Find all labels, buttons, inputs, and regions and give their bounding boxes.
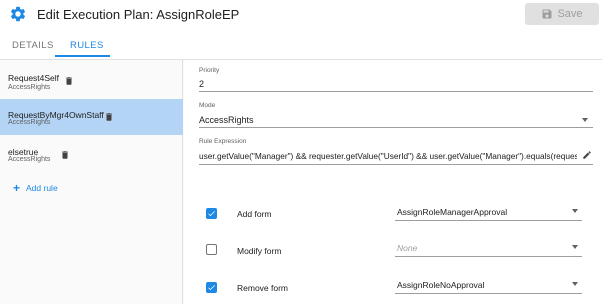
priority-underline — [199, 91, 593, 92]
modify-form-checkbox[interactable] — [206, 244, 217, 255]
tab-details[interactable]: DETAILS — [12, 40, 54, 51]
remove-form-label: Remove form — [237, 283, 289, 293]
chevron-down-icon[interactable] — [572, 282, 578, 286]
add-form-underline — [395, 220, 582, 221]
remove-form-select[interactable]: AssignRoleNoApproval — [397, 280, 484, 290]
page-title: Edit Execution Plan: AssignRoleEP — [37, 7, 240, 22]
app-header: Edit Execution Plan: AssignRoleEP Save — [0, 0, 602, 30]
modify-form-underline — [395, 256, 582, 257]
rules-sidebar: Request4Self AccessRights RequestByMgr4O… — [0, 60, 183, 304]
trash-icon[interactable] — [104, 111, 114, 123]
modify-form-label: Modify form — [237, 246, 282, 256]
pencil-icon[interactable] — [582, 150, 592, 160]
priority-input[interactable]: 2 — [199, 79, 204, 89]
rule-item-elsetrue[interactable]: elsetrue AccessRights — [0, 141, 183, 177]
check-icon — [208, 211, 215, 217]
trash-icon[interactable] — [60, 149, 70, 161]
trash-icon[interactable] — [64, 75, 74, 87]
check-icon — [208, 285, 215, 291]
rule-expression-label: Rule Expression — [199, 138, 247, 145]
add-form-label: Add form — [237, 209, 272, 219]
chevron-down-icon[interactable] — [572, 245, 578, 249]
add-rule-label: Add rule — [26, 183, 58, 193]
modify-form-select[interactable]: None — [397, 243, 417, 253]
priority-label: Priority — [199, 67, 220, 74]
mode-label: Mode — [199, 102, 216, 109]
chevron-down-icon[interactable] — [572, 209, 578, 213]
chevron-down-icon[interactable] — [582, 118, 588, 122]
plus-icon: + — [13, 181, 21, 195]
rule-name: Request4Self — [8, 73, 60, 83]
rule-item-request4self[interactable]: Request4Self AccessRights — [0, 66, 183, 102]
active-tab-indicator — [55, 55, 110, 57]
rule-editor: Priority 2 Mode AccessRights Rule Expres… — [184, 60, 602, 304]
rule-type: AccessRights — [8, 119, 51, 126]
rule-expression-input[interactable]: user.getValue("Manager") && requester.ge… — [199, 151, 577, 161]
rule-item-requestbymgr4ownstaff[interactable]: RequestByMgr4OwnStaff AccessRights — [0, 99, 183, 135]
rule-expression-underline — [199, 164, 593, 165]
mode-select[interactable]: AccessRights — [199, 115, 254, 125]
rule-type: AccessRights — [8, 84, 51, 91]
add-form-checkbox[interactable] — [206, 208, 217, 219]
gear-icon — [10, 6, 26, 22]
remove-form-checkbox[interactable] — [206, 282, 217, 293]
rule-type: AccessRights — [8, 156, 51, 163]
add-form-select[interactable]: AssignRoleManagerApproval — [397, 207, 507, 217]
tab-rules[interactable]: RULES — [70, 40, 104, 51]
add-rule-button[interactable]: + Add rule — [13, 181, 58, 195]
save-button-label: Save — [557, 8, 583, 20]
save-icon — [542, 9, 552, 19]
remove-form-underline — [395, 293, 582, 294]
mode-underline — [199, 127, 593, 128]
save-button[interactable]: Save — [525, 3, 599, 25]
